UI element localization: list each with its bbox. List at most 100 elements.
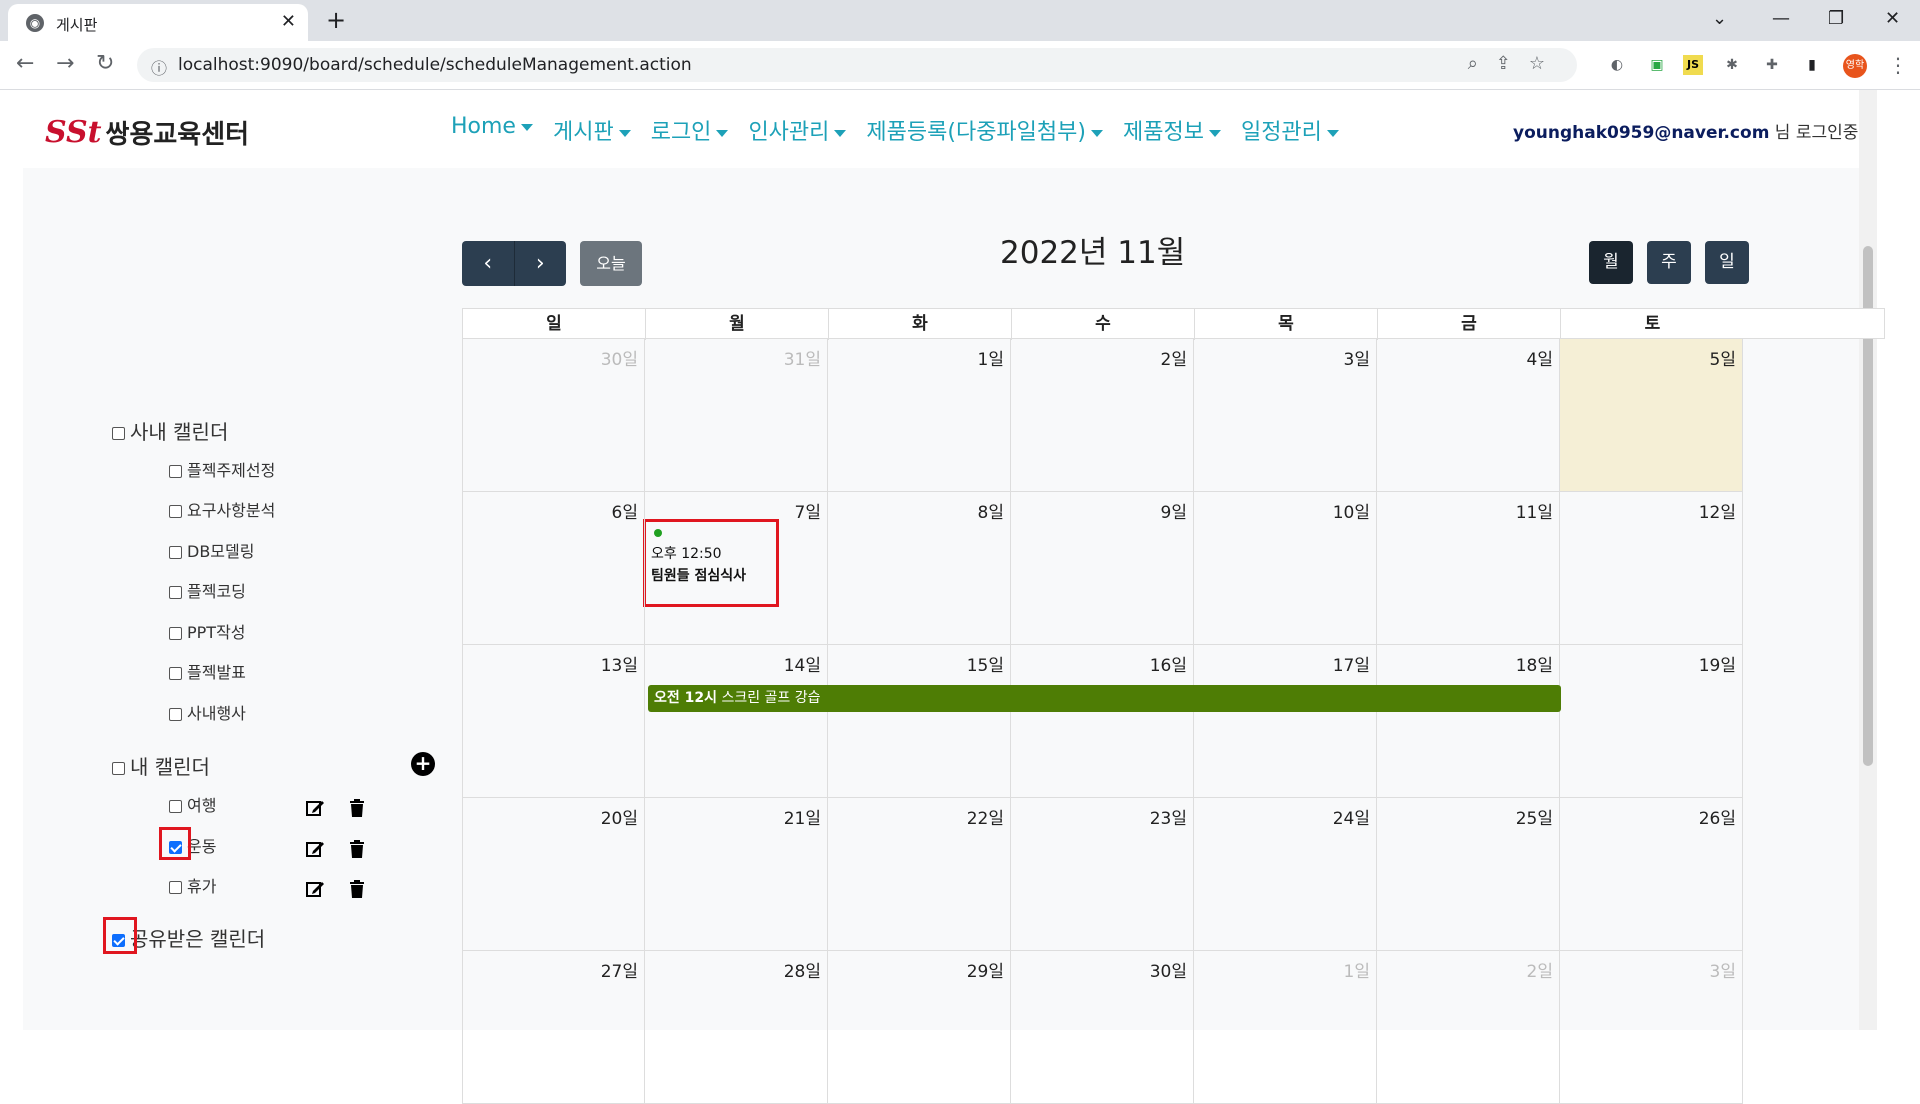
browser-tab[interactable]: ◉ 게시판 ✕	[8, 4, 308, 41]
company-calendar-item[interactable]: 플젝코딩	[169, 578, 246, 602]
extension-icon[interactable]: ▣	[1647, 55, 1667, 75]
new-tab-icon[interactable]: +	[326, 6, 346, 34]
month-view-button[interactable]: 월	[1589, 241, 1633, 284]
address-bar[interactable]: ⓘ localhost:9090/board/schedule/schedule…	[137, 48, 1577, 82]
chevron-down-icon[interactable]: ⌄	[1712, 8, 1727, 29]
restore-icon[interactable]: ❐	[1828, 8, 1844, 29]
checkbox	[169, 546, 182, 559]
day-cell[interactable]: 3일	[1194, 339, 1377, 492]
day-view-button[interactable]: 일	[1705, 241, 1749, 284]
day-cell[interactable]: 4일	[1377, 339, 1560, 492]
day-cell[interactable]: 27일	[462, 951, 645, 1104]
minimize-icon[interactable]: —	[1772, 8, 1790, 29]
my-calendar-toggle[interactable]: 내 캘린더	[112, 751, 210, 780]
day-cell[interactable]: 19일	[1560, 645, 1743, 798]
company-calendar-item[interactable]: 요구사항분석	[169, 497, 275, 521]
bug-icon[interactable]: ✱	[1722, 55, 1742, 75]
trash-icon[interactable]	[347, 839, 367, 859]
day-cell[interactable]: 21일	[645, 798, 828, 951]
day-cell[interactable]: 12일	[1560, 492, 1743, 645]
company-calendar-item[interactable]: 사내행사	[169, 700, 246, 724]
my-calendar-item-travel[interactable]: 여행	[169, 792, 216, 816]
day-cell[interactable]: 16일	[1011, 645, 1194, 798]
prev-month-button[interactable]: ‹	[462, 241, 515, 286]
company-calendar-item[interactable]: PPT작성	[169, 619, 246, 643]
day-cell[interactable]: 5일	[1560, 339, 1743, 492]
event-bar-golf[interactable]: 오전 12시 스크린 골프 강습	[648, 685, 1561, 712]
edit-icon[interactable]	[305, 798, 325, 818]
nav-hr[interactable]: 인사관리	[748, 114, 847, 146]
company-calendar-toggle[interactable]: 사내 캘린더	[112, 416, 228, 445]
site-logo[interactable]: SSt 쌍용교육센터	[45, 114, 249, 150]
day-cell[interactable]: 2일	[1011, 339, 1194, 492]
checkbox[interactable]	[112, 427, 125, 440]
close-tab-icon[interactable]: ✕	[281, 11, 296, 32]
user-status: younghak0959@naver.com 님 로그인중..	[1513, 118, 1869, 143]
edit-icon[interactable]	[305, 839, 325, 859]
day-cell[interactable]: 20일	[462, 798, 645, 951]
day-cell[interactable]: 15일	[828, 645, 1011, 798]
day-cell[interactable]: 1일	[828, 339, 1011, 492]
day-cell[interactable]: 23일	[1011, 798, 1194, 951]
day-number: 2일	[1160, 350, 1187, 370]
day-cell[interactable]: 22일	[828, 798, 1011, 951]
nav-schedule[interactable]: 일정관리	[1241, 114, 1339, 146]
day-cell[interactable]: 30일	[1011, 951, 1194, 1104]
company-calendar-item[interactable]: DB모델링	[169, 538, 254, 562]
extension-icon[interactable]: ◐	[1607, 55, 1627, 75]
day-cell[interactable]: 24일	[1194, 798, 1377, 951]
site-info-icon[interactable]: ⓘ	[151, 55, 167, 79]
back-icon[interactable]: ←	[16, 51, 34, 76]
day-cell[interactable]: 11일	[1377, 492, 1560, 645]
puzzle-icon[interactable]: ✚	[1762, 55, 1782, 75]
day-cell[interactable]: 25일	[1377, 798, 1560, 951]
trash-icon[interactable]	[347, 798, 367, 818]
day-cell[interactable]: 9일	[1011, 492, 1194, 645]
add-calendar-button[interactable]: +	[411, 752, 435, 776]
checkbox[interactable]	[112, 762, 125, 775]
today-button[interactable]: 오늘	[580, 241, 642, 286]
edit-icon[interactable]	[305, 879, 325, 899]
event-title[interactable]: 팀원들 점심식사	[651, 565, 746, 585]
day-cell[interactable]: 17일	[1194, 645, 1377, 798]
event-time[interactable]: 오후 12:50	[651, 543, 722, 563]
day-cell[interactable]: 10일	[1194, 492, 1377, 645]
day-cell[interactable]: 8일	[828, 492, 1011, 645]
day-number: 14일	[783, 656, 821, 676]
day-cell[interactable]: 28일	[645, 951, 828, 1104]
company-calendar-item[interactable]: 플젝발표	[169, 659, 246, 683]
js-extension-icon[interactable]: JS	[1683, 55, 1703, 75]
window-close-icon[interactable]: ✕	[1885, 8, 1900, 29]
reload-icon[interactable]: ↻	[96, 51, 114, 76]
day-cell[interactable]: 6일	[462, 492, 645, 645]
day-cell[interactable]: 18일	[1377, 645, 1560, 798]
forward-icon[interactable]: →	[56, 51, 74, 76]
day-cell[interactable]: 29일	[828, 951, 1011, 1104]
profile-avatar[interactable]: 영학	[1843, 54, 1867, 78]
day-cell[interactable]: 14일	[645, 645, 828, 798]
nav-login[interactable]: 로그인	[651, 114, 729, 146]
week-view-button[interactable]: 주	[1647, 241, 1691, 284]
company-calendar-item[interactable]: 플젝주제선정	[169, 457, 275, 481]
day-cell[interactable]: 30일	[462, 339, 645, 492]
omnibox-actions[interactable]: ⌕⇪☆	[1468, 53, 1563, 74]
nav-product-info[interactable]: 제품정보	[1123, 114, 1221, 146]
next-month-button[interactable]: ›	[515, 241, 567, 286]
day-cell[interactable]: 13일	[462, 645, 645, 798]
day-number: 29일	[966, 962, 1004, 982]
trash-icon[interactable]	[347, 879, 367, 899]
day-cell[interactable]: 31일	[645, 339, 828, 492]
day-number: 10일	[1332, 503, 1370, 523]
day-cell[interactable]: 26일	[1560, 798, 1743, 951]
day-cell[interactable]: 3일	[1560, 951, 1743, 1104]
page-scrollbar[interactable]	[1859, 90, 1877, 1030]
caret-down-icon	[716, 129, 729, 137]
nav-board[interactable]: 게시판	[553, 114, 631, 146]
nav-home[interactable]: Home	[451, 114, 533, 146]
day-cell[interactable]: 2일	[1377, 951, 1560, 1104]
my-calendar-item-vacation[interactable]: 휴가	[169, 873, 216, 897]
day-cell[interactable]: 1일	[1194, 951, 1377, 1104]
side-panel-icon[interactable]: ▮	[1802, 55, 1822, 75]
menu-icon[interactable]: ⋮	[1888, 53, 1908, 77]
nav-product-register[interactable]: 제품등록(다중파일첨부)	[866, 114, 1103, 146]
